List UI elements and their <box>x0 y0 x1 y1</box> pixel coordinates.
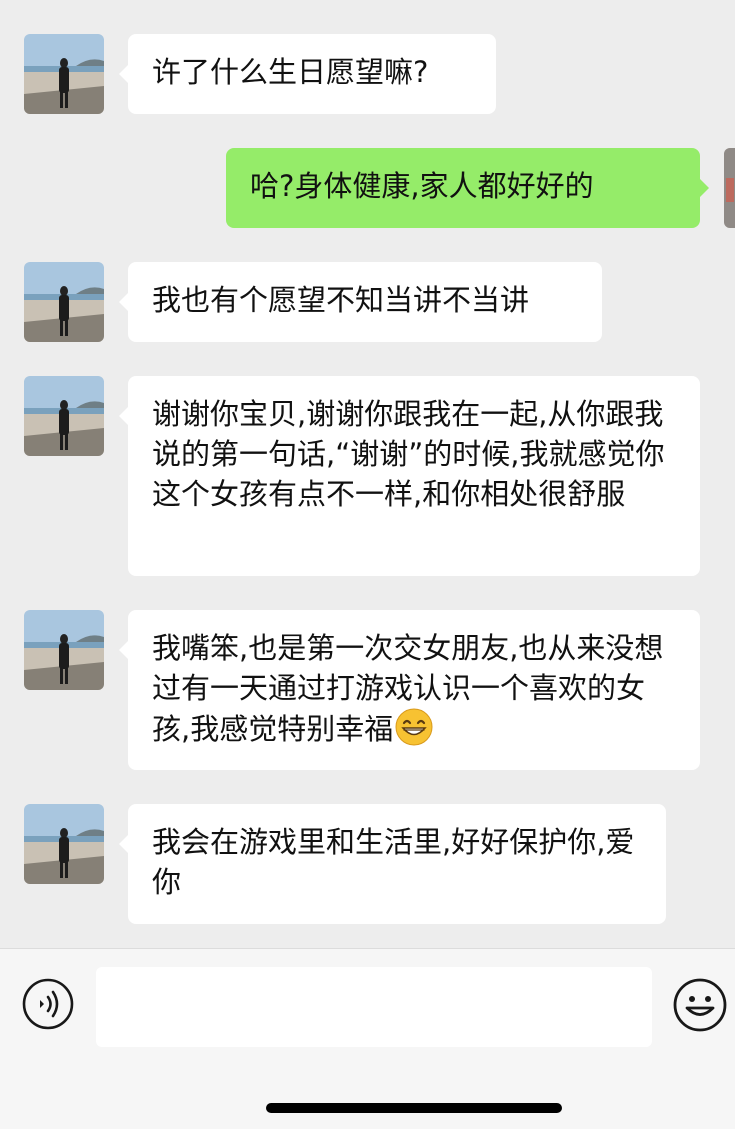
contact-avatar[interactable] <box>24 804 104 884</box>
grinning-face-icon <box>395 708 433 746</box>
voice-icon <box>22 978 74 1030</box>
message-text: 许了什么生日愿望嘛? <box>152 55 429 89</box>
chat-messages[interactable]: 许了什么生日愿望嘛? 哈?身体健康,家人都好好的 我也有个愿望不知当讲不当讲 谢… <box>0 0 735 948</box>
home-indicator[interactable] <box>266 1103 562 1113</box>
contact-avatar[interactable] <box>24 376 104 456</box>
message-bubble[interactable]: 我嘴笨,也是第一次交女朋友,也从来没想过有一天通过打游戏认识一个喜欢的女孩,我感… <box>119 610 700 770</box>
contact-avatar[interactable] <box>24 610 104 690</box>
message-text: 哈?身体健康,家人都好好的 <box>250 169 594 203</box>
message-text: 谢谢你宝贝,谢谢你跟我在一起,从你跟我说的第一句话,“谢谢”的时候,我就感觉你这… <box>152 397 665 511</box>
message-bubble[interactable]: 我会在游戏里和生活里,好好保护你,爱你 <box>119 804 666 924</box>
input-bar <box>0 948 735 1129</box>
contact-avatar[interactable] <box>24 34 104 114</box>
message-bubble[interactable]: 我也有个愿望不知当讲不当讲 <box>119 262 602 342</box>
my-avatar[interactable] <box>724 148 735 228</box>
message-bubble-outgoing[interactable]: 哈?身体健康,家人都好好的 <box>226 148 709 228</box>
message-bubble[interactable]: 谢谢你宝贝,谢谢你跟我在一起,从你跟我说的第一句话,“谢谢”的时候,我就感觉你这… <box>119 376 700 576</box>
emoji-button[interactable] <box>672 977 728 1033</box>
message-text: 我会在游戏里和生活里,好好保护你,爱你 <box>152 825 635 899</box>
smiley-icon <box>673 978 727 1032</box>
message-text: 我也有个愿望不知当讲不当讲 <box>152 283 530 317</box>
voice-button[interactable] <box>22 978 74 1030</box>
message-bubble[interactable]: 许了什么生日愿望嘛? <box>119 34 496 114</box>
message-input[interactable] <box>96 967 652 1047</box>
contact-avatar[interactable] <box>24 262 104 342</box>
